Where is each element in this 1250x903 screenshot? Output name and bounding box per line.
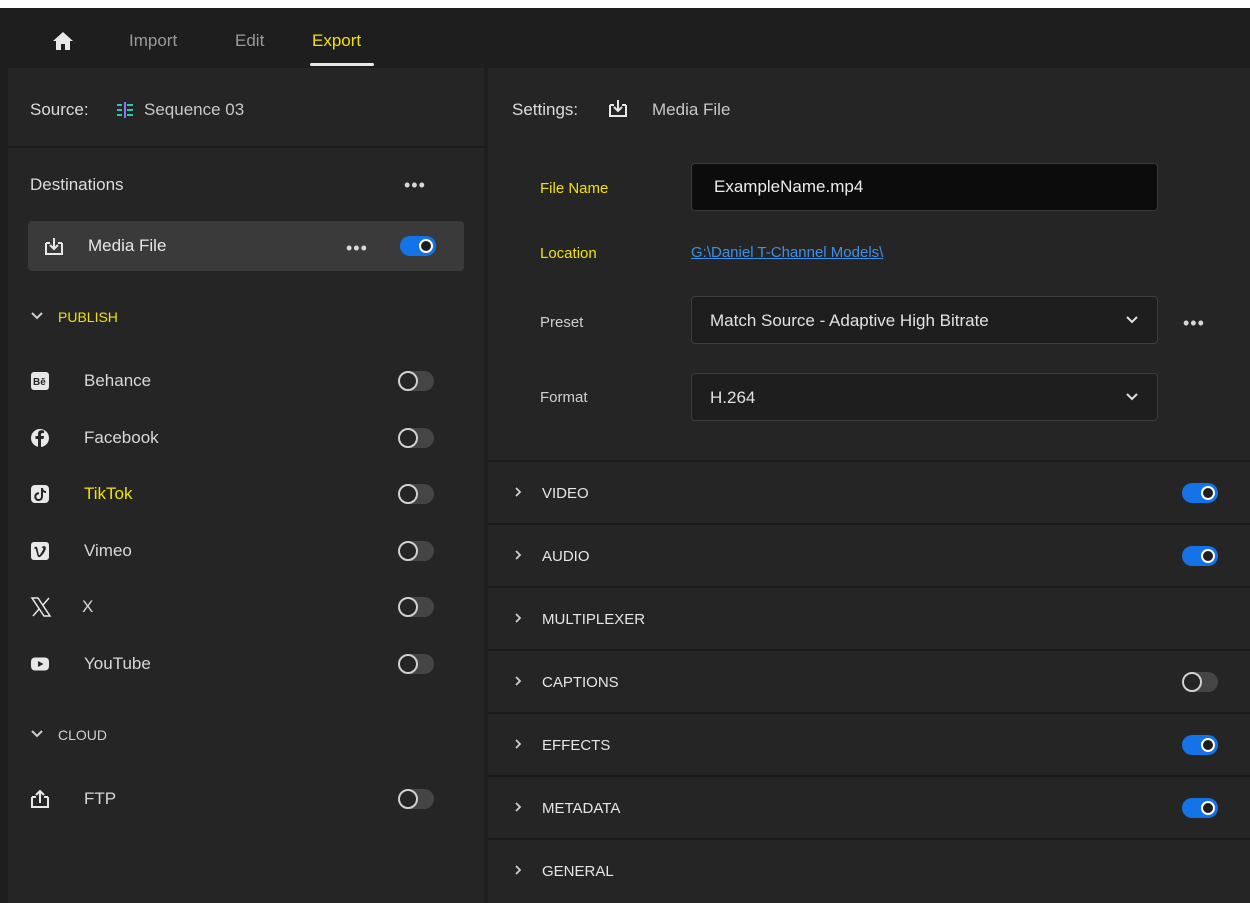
preset-value: Match Source - Adaptive High Bitrate	[710, 311, 989, 330]
destination-media-file[interactable]: Media File •••	[28, 221, 464, 271]
cloud-section-header[interactable]: CLOUD	[58, 727, 107, 743]
chevron-down-icon[interactable]	[30, 727, 44, 741]
media-file-toggle[interactable]	[400, 236, 436, 256]
section-metadata[interactable]: METADATA	[488, 775, 1250, 837]
preset-dropdown[interactable]: Match Source - Adaptive High Bitrate	[691, 296, 1158, 344]
top-nav-bar: Import Edit Export	[0, 0, 1250, 68]
section-label: GENERAL	[542, 863, 614, 880]
destination-label: Behance	[84, 371, 152, 390]
section-label: MULTIPLEXER	[542, 611, 646, 628]
media-export-icon	[45, 238, 63, 255]
source-header: Source: Sequence 03	[8, 68, 484, 148]
destination-label: Facebook	[84, 428, 159, 447]
effects-toggle[interactable]	[1182, 735, 1218, 755]
metadata-toggle[interactable]	[1182, 798, 1218, 818]
preset-more-button[interactable]: •••	[1183, 314, 1205, 332]
destination-facebook[interactable]: Facebook	[8, 418, 484, 458]
section-label: AUDIO	[542, 548, 590, 565]
destination-vimeo[interactable]: Vimeo	[8, 531, 484, 571]
section-label: CAPTIONS	[542, 674, 619, 691]
destination-tiktok[interactable]: TikTok	[8, 474, 484, 514]
chevron-down-icon	[1126, 393, 1138, 401]
destination-label: X	[82, 597, 94, 616]
destination-label: Media File	[88, 236, 167, 255]
format-value: H.264	[710, 388, 756, 407]
active-tab-indicator	[310, 63, 374, 66]
audio-toggle[interactable]	[1182, 546, 1218, 566]
facebook-toggle[interactable]	[398, 428, 434, 448]
chevron-right-icon	[515, 550, 522, 560]
tab-import[interactable]: Import	[129, 31, 177, 51]
svg-text:Bē: Bē	[33, 377, 46, 388]
youtube-icon	[31, 657, 49, 671]
media-export-icon	[609, 100, 627, 117]
section-effects[interactable]: EFFECTS	[488, 712, 1250, 774]
file-name-input[interactable]: ExampleName.mp4	[691, 163, 1158, 211]
home-icon[interactable]	[52, 30, 74, 52]
settings-panel: Settings: Media File File Name ExampleNa…	[488, 68, 1250, 903]
chevron-right-icon	[515, 739, 522, 749]
x-toggle[interactable]	[398, 597, 434, 617]
source-label: Source:	[30, 100, 89, 119]
section-audio[interactable]: AUDIO	[488, 523, 1250, 585]
destination-label: TikTok	[84, 484, 133, 503]
file-name-label: File Name	[540, 180, 609, 197]
chevron-right-icon	[515, 802, 522, 812]
destination-x[interactable]: X	[8, 587, 484, 627]
section-label: EFFECTS	[542, 737, 611, 754]
format-label: Format	[540, 389, 588, 406]
destination-label: Vimeo	[84, 541, 132, 560]
chevron-right-icon	[515, 865, 522, 875]
settings-label: Settings:	[512, 100, 579, 119]
vimeo-icon	[31, 542, 49, 560]
preset-label: Preset	[540, 314, 584, 331]
upload-icon	[31, 789, 49, 808]
chevron-right-icon	[515, 676, 522, 686]
video-toggle[interactable]	[1182, 483, 1218, 503]
x-icon	[30, 597, 52, 617]
publish-section-header[interactable]: PUBLISH	[58, 309, 118, 325]
destination-youtube[interactable]: YouTube	[8, 644, 484, 684]
media-file-more-button[interactable]: •••	[346, 239, 368, 257]
chevron-down-icon	[1126, 316, 1138, 324]
file-name-value: ExampleName.mp4	[714, 177, 864, 196]
section-general[interactable]: GENERAL	[488, 838, 1250, 900]
destinations-panel: Source: Sequence 03 Destinations ••• Med…	[8, 68, 484, 903]
destination-behance[interactable]: Bē Behance	[8, 361, 484, 401]
ftp-toggle[interactable]	[398, 789, 434, 809]
destination-label: YouTube	[84, 654, 151, 673]
chevron-right-icon	[515, 613, 522, 623]
youtube-toggle[interactable]	[398, 654, 434, 674]
destinations-more-button[interactable]: •••	[404, 176, 426, 194]
section-label: VIDEO	[542, 485, 589, 502]
section-multiplexer[interactable]: MULTIPLEXER	[488, 586, 1250, 648]
section-label: METADATA	[542, 800, 621, 817]
settings-target-name: Media File	[652, 100, 731, 119]
location-link[interactable]: G:\Daniel T-Channel Models\	[691, 244, 883, 261]
captions-toggle[interactable]	[1182, 672, 1218, 692]
vimeo-toggle[interactable]	[398, 541, 434, 561]
tiktok-toggle[interactable]	[398, 484, 434, 504]
facebook-icon	[31, 429, 49, 447]
destination-label: FTP	[84, 789, 117, 808]
source-sequence-name: Sequence 03	[144, 100, 245, 119]
destination-ftp[interactable]: FTP	[8, 779, 484, 819]
behance-icon: Bē	[31, 372, 49, 390]
chevron-right-icon	[515, 487, 522, 497]
export-window: Import Edit Export Source: Sequence 03 D…	[0, 0, 1250, 903]
format-dropdown[interactable]: H.264	[691, 373, 1158, 421]
tiktok-icon	[31, 485, 49, 503]
sequence-icon	[117, 102, 133, 118]
section-captions[interactable]: CAPTIONS	[488, 649, 1250, 711]
destinations-title: Destinations	[30, 175, 124, 194]
section-video[interactable]: VIDEO	[488, 460, 1250, 522]
behance-toggle[interactable]	[398, 371, 434, 391]
location-label: Location	[540, 245, 597, 262]
tab-export[interactable]: Export	[312, 31, 361, 51]
tab-edit[interactable]: Edit	[235, 31, 264, 51]
chevron-down-icon[interactable]	[30, 309, 44, 323]
